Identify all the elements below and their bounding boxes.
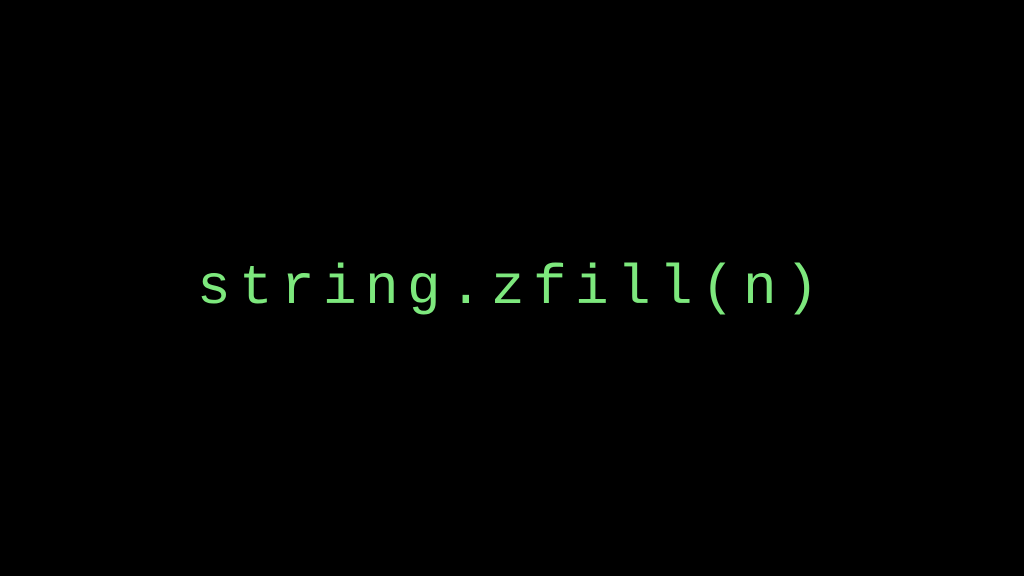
code-snippet: string.zfill(n)	[197, 256, 827, 320]
